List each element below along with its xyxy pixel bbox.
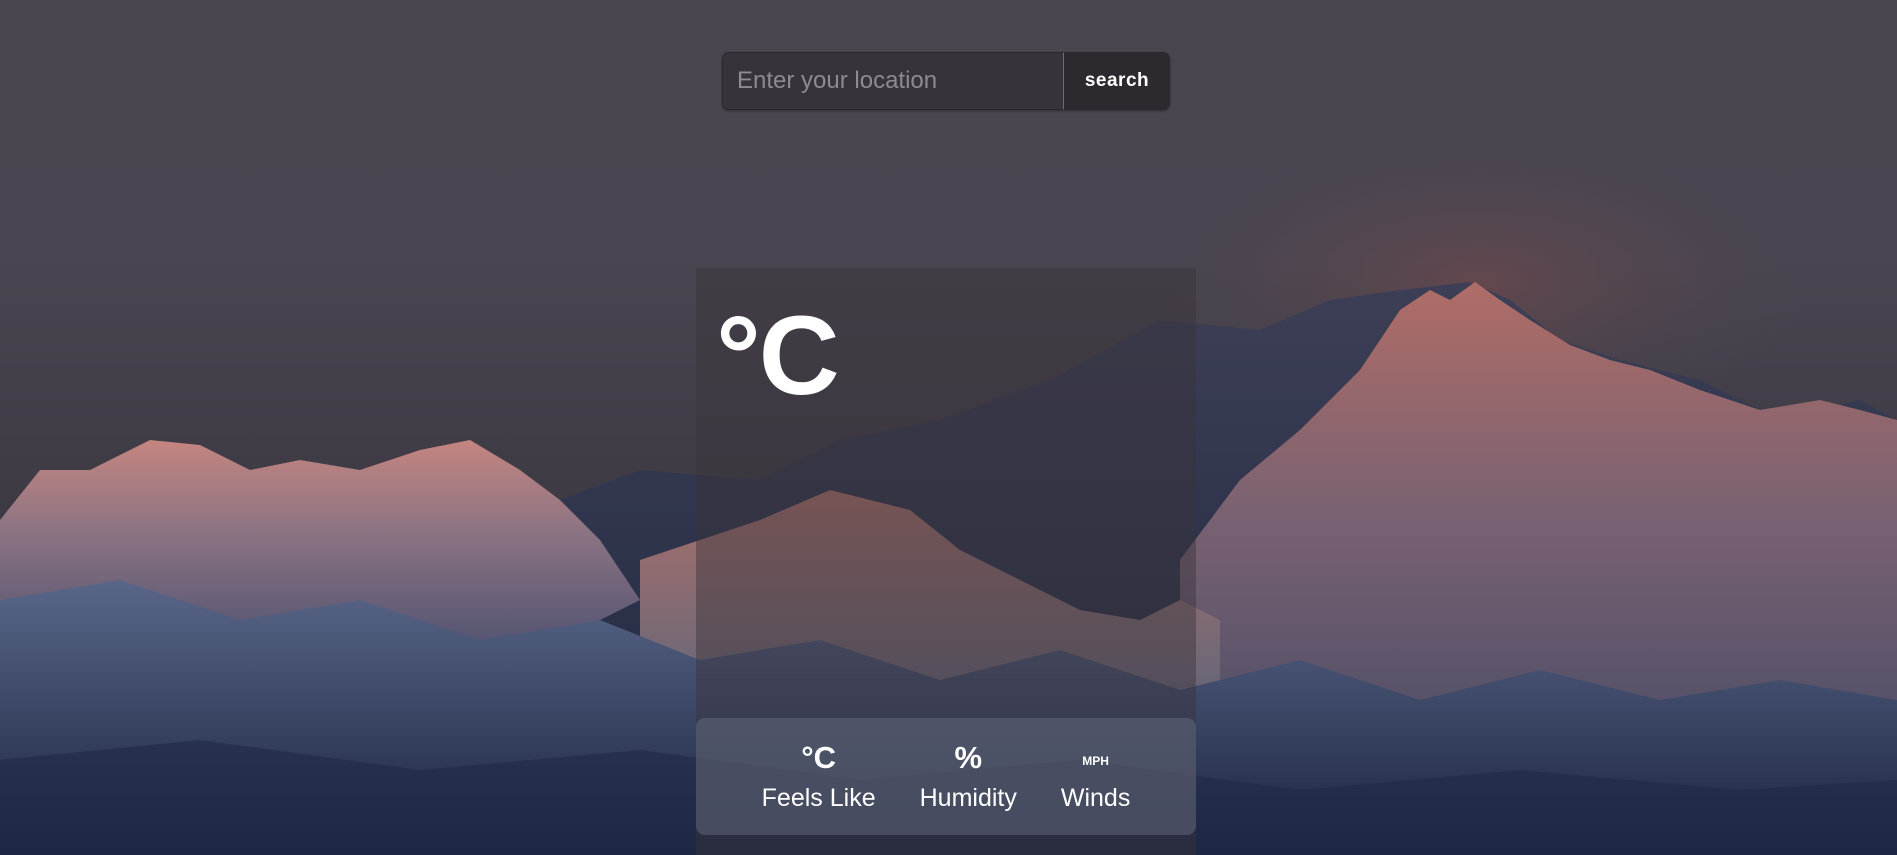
humidity-value: %: [954, 740, 983, 775]
app-root: search °C °C Feels Like % Humidity MPH W…: [0, 0, 1897, 855]
search-button[interactable]: search: [1064, 52, 1170, 110]
winds-label: Winds: [1060, 784, 1131, 812]
location-search-input[interactable]: [722, 52, 1064, 110]
feels-like-value: °C: [801, 740, 837, 775]
winds-stat: MPH Winds: [1061, 740, 1130, 813]
humidity-label: Humidity: [919, 784, 1017, 812]
feels-like-stat: °C Feels Like: [762, 740, 876, 813]
weather-stats-card: °C Feels Like % Humidity MPH Winds: [696, 718, 1196, 835]
feels-like-label: Feels Like: [761, 784, 876, 812]
winds-value: MPH: [1082, 754, 1109, 768]
humidity-stat: % Humidity: [920, 740, 1017, 813]
search-bar: search: [722, 52, 1170, 110]
current-temperature: °C: [716, 293, 840, 418]
